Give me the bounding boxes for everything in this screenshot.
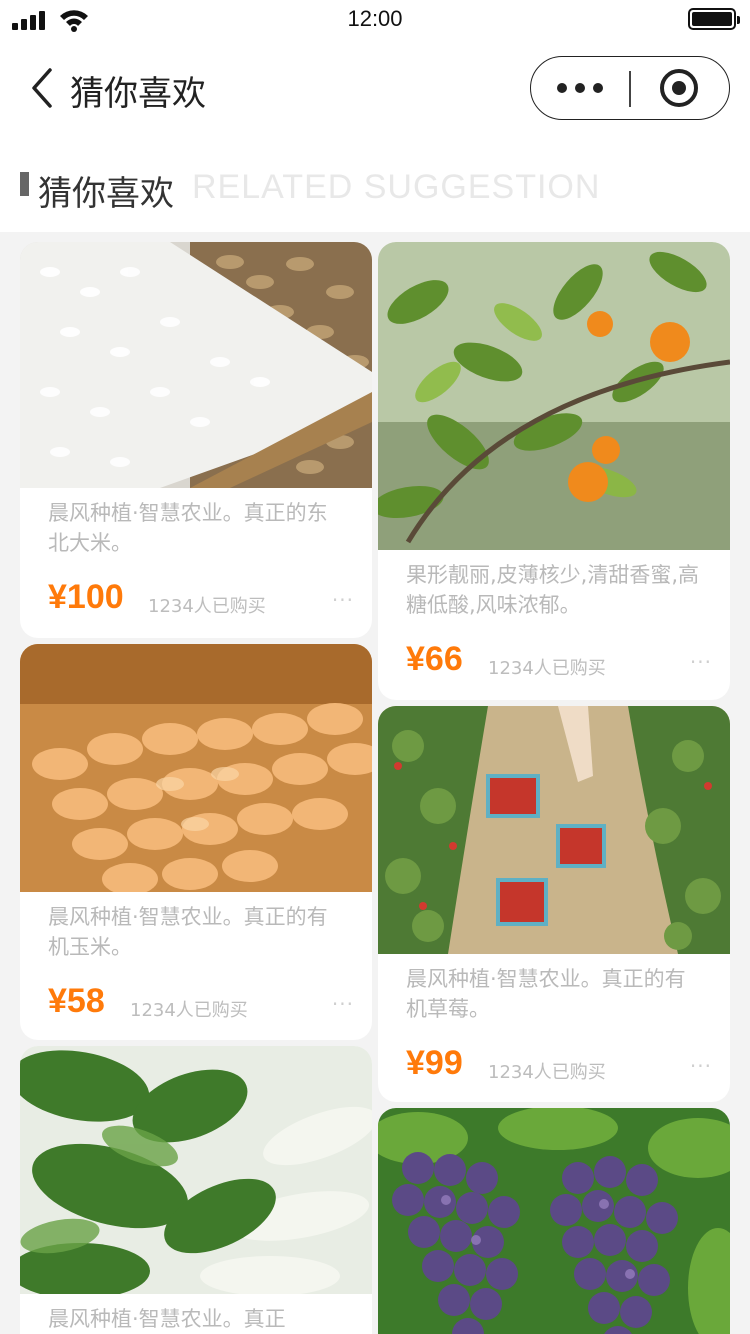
- product-description: 晨风种植·智慧农业。真正的有机玉米。: [48, 905, 328, 959]
- miniprogram-capsule: [530, 56, 730, 120]
- product-more-icon[interactable]: ···: [690, 650, 712, 674]
- product-sold-count: 1234人已购买: [130, 1000, 248, 1021]
- product-sold-count: 1234人已购买: [488, 658, 606, 679]
- product-card[interactable]: 晨风种植·智慧农业。真正的东北大米。 ¥100 1234人已购买 ···: [20, 242, 372, 638]
- product-more-icon[interactable]: ···: [332, 992, 354, 1016]
- product-description: 晨风种植·智慧农业。真正的东北大米。: [48, 501, 328, 555]
- section-header: 猜你喜欢 RELATED SUGGESTION: [0, 136, 750, 232]
- product-card[interactable]: [378, 1108, 730, 1334]
- product-image-bok-choy: [20, 1046, 372, 1294]
- product-card[interactable]: 晨风种植·智慧农业。真正的有机玉米。 ¥58 1234人已购买 ···: [20, 644, 372, 1040]
- product-description: 果形靓丽,皮薄核少,清甜香蜜,高糖低酸,风味浓郁。: [406, 563, 700, 617]
- section-title: 猜你喜欢: [38, 174, 174, 214]
- more-dots-icon[interactable]: [531, 57, 629, 119]
- product-card[interactable]: 果形靓丽,皮薄核少,清甜香蜜,高糖低酸,风味浓郁。 ¥66 1234人已购买 ·…: [378, 242, 730, 700]
- product-price: ¥99: [406, 1044, 463, 1082]
- product-sold-count: 1234人已购买: [148, 596, 266, 617]
- product-image-rice: [20, 242, 372, 488]
- status-time: 12:00: [347, 6, 403, 31]
- product-more-icon[interactable]: ···: [332, 588, 354, 612]
- product-card[interactable]: 晨风种植·智慧农业。真正: [20, 1046, 372, 1334]
- product-sold-count: 1234人已购买: [488, 1062, 606, 1083]
- product-card[interactable]: 晨风种植·智慧农业。真正的有机草莓。 ¥99 1234人已购买 ···: [378, 706, 730, 1102]
- product-price: ¥58: [48, 982, 105, 1020]
- product-more-icon[interactable]: ···: [690, 1054, 712, 1078]
- nav-title: 猜你喜欢: [70, 74, 206, 114]
- navbar: 猜你喜欢: [0, 40, 750, 136]
- product-description: 晨风种植·智慧农业。真正: [48, 1307, 286, 1331]
- product-image-grapes: [378, 1108, 730, 1334]
- section-subtitle: RELATED SUGGESTION: [192, 168, 601, 206]
- product-description: 晨风种植·智慧农业。真正的有机草莓。: [406, 967, 686, 1021]
- close-miniprogram-icon[interactable]: [629, 57, 729, 119]
- back-arrow-icon[interactable]: [22, 62, 62, 114]
- battery-icon: [688, 8, 740, 30]
- status-bar: 12:00: [0, 0, 750, 40]
- product-image-corn: [20, 644, 372, 892]
- product-price: ¥100: [48, 578, 124, 616]
- product-price: ¥66: [406, 640, 463, 678]
- product-image-oranges: [378, 242, 730, 550]
- product-image-strawberries: [378, 706, 730, 954]
- section-accent-bar: [20, 172, 29, 196]
